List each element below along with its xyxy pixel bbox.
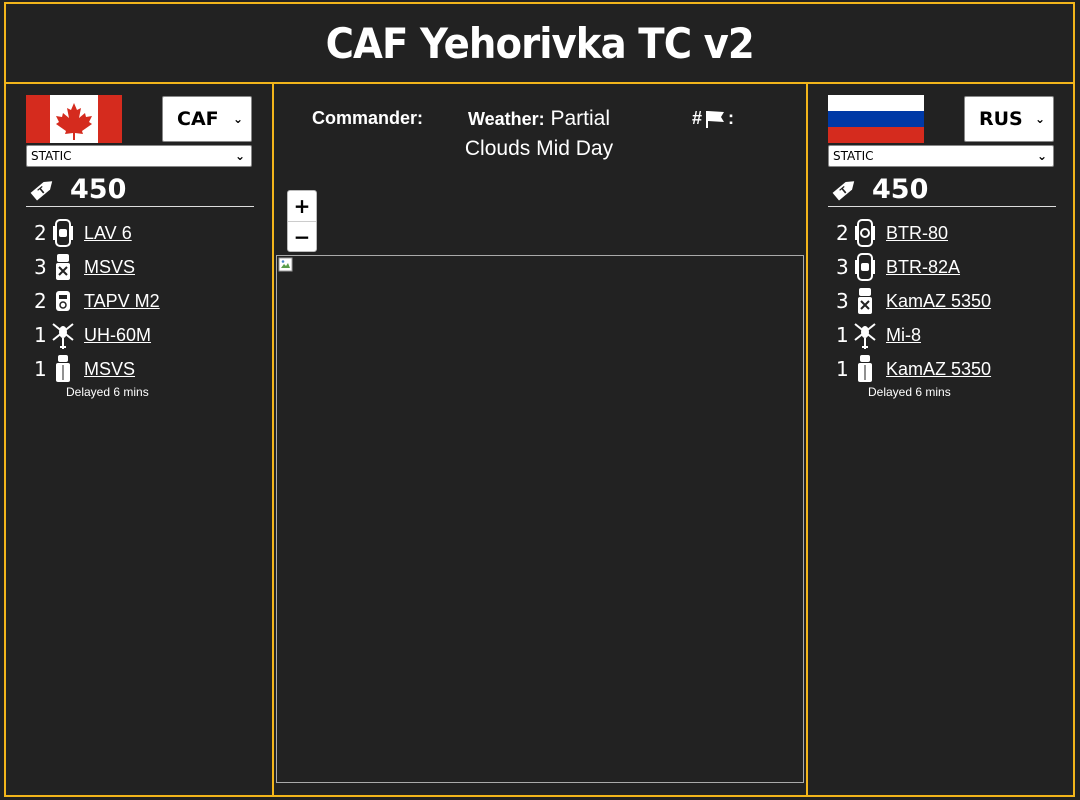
- canada-flag-icon: [26, 95, 122, 143]
- transport-truck-icon: [858, 355, 872, 382]
- zoom-out-button[interactable]: −: [288, 222, 316, 252]
- faction-select-value: RUS: [979, 108, 1023, 130]
- unit-name-link[interactable]: KamAZ 5350: [886, 359, 991, 380]
- map-panel: Commander: Weather: Partial Clouds Mid D…: [272, 82, 808, 797]
- objectives-suffix: :: [728, 108, 735, 128]
- faction-select[interactable]: RUS ⌄: [964, 96, 1054, 142]
- flag-icon: [706, 110, 725, 128]
- mode-select-value: STATIC: [31, 149, 72, 163]
- unit-name-link[interactable]: Mi-8: [886, 325, 921, 346]
- delay-note: Delayed 6 mins: [66, 385, 149, 399]
- unit-name-link[interactable]: LAV 6: [84, 223, 132, 244]
- unit-name-link[interactable]: KamAZ 5350: [886, 291, 991, 312]
- chevron-down-icon: ⌄: [234, 149, 245, 163]
- unit-item: 2 BTR-80: [836, 216, 1066, 250]
- unit-name-link[interactable]: UH-60M: [84, 325, 151, 346]
- ticket-icon: T: [30, 181, 53, 201]
- zoom-control: + −: [287, 190, 317, 252]
- mode-select[interactable]: STATIC ⌄: [828, 145, 1054, 167]
- unit-item: 1 UH-60M: [34, 318, 264, 352]
- apc-wheeled-icon: [855, 219, 875, 247]
- delay-note: Delayed 6 mins: [868, 385, 951, 399]
- helicopter-icon: [52, 323, 74, 349]
- unit-name-link[interactable]: BTR-80: [886, 223, 948, 244]
- unit-count: 3: [34, 255, 47, 279]
- broken-image-icon: [278, 257, 293, 272]
- unit-count: 2: [34, 221, 47, 245]
- ticket-count: 450: [872, 173, 929, 205]
- armored-car-icon: [56, 291, 70, 311]
- unit-count: 3: [836, 255, 849, 279]
- chevron-down-icon: ⌄: [1034, 112, 1045, 126]
- faction-select-value: CAF: [177, 108, 219, 130]
- unit-item: 1 MSVS: [34, 352, 264, 386]
- logistics-truck-icon: [858, 288, 872, 314]
- unit-count: 1: [836, 323, 849, 347]
- faction-select[interactable]: CAF ⌄: [162, 96, 252, 142]
- unit-item: 3 MSVS: [34, 250, 264, 284]
- chevron-down-icon: ⌄: [1036, 149, 1047, 163]
- team-panel-left: CAF ⌄ STATIC ⌄ T 450 2 LAV 6 3 MSVS 2 TA…: [4, 82, 274, 797]
- apc-wheeled-icon: [855, 253, 875, 281]
- commander-label: Commander:: [312, 108, 424, 128]
- team-panel-right: RUS ⌄ STATIC ⌄ T 450 2 BTR-80 3 BTR-82A …: [806, 82, 1075, 797]
- unit-name-link[interactable]: TAPV M2: [84, 291, 160, 312]
- unit-list: 2 LAV 6 3 MSVS 2 TAPV M2 1 UH-60M 1 MSVS: [34, 216, 264, 386]
- page-title: CAF Yehorivka TC v2: [325, 18, 754, 68]
- unit-item: 2 LAV 6: [34, 216, 264, 250]
- mode-select-value: STATIC: [833, 149, 874, 163]
- title-bar: CAF Yehorivka TC v2: [4, 2, 1075, 84]
- ticket-points: T 450: [828, 172, 1056, 207]
- weather-label: Weather:: [467, 109, 545, 129]
- unit-item: 3 KamAZ 5350: [836, 284, 1066, 318]
- objectives-prefix: #: [692, 108, 703, 128]
- map-image[interactable]: [276, 255, 804, 783]
- ticket-points: T 450: [26, 172, 254, 207]
- unit-count: 2: [34, 289, 47, 313]
- unit-count: 3: [836, 289, 849, 313]
- unit-item: 3 BTR-82A: [836, 250, 1066, 284]
- unit-count: 1: [34, 357, 47, 381]
- mode-select[interactable]: STATIC ⌄: [26, 145, 252, 167]
- transport-truck-icon: [56, 355, 70, 382]
- chevron-down-icon: ⌄: [232, 112, 243, 126]
- russia-flag-icon: [828, 95, 924, 143]
- unit-item: 1 Mi-8: [836, 318, 1066, 352]
- unit-item: 2 TAPV M2: [34, 284, 264, 318]
- unit-name-link[interactable]: MSVS: [84, 257, 135, 278]
- helicopter-icon: [854, 323, 876, 349]
- unit-name-link[interactable]: MSVS: [84, 359, 135, 380]
- unit-list: 2 BTR-80 3 BTR-82A 3 KamAZ 5350 1 Mi-8 1…: [836, 216, 1066, 386]
- logistics-truck-icon: [56, 254, 70, 280]
- unit-count: 1: [836, 357, 849, 381]
- unit-name-link[interactable]: BTR-82A: [886, 257, 960, 278]
- zoom-in-button[interactable]: +: [288, 191, 316, 222]
- weather-info: Weather: Partial Clouds Mid Day: [464, 104, 614, 163]
- unit-count: 2: [836, 221, 849, 245]
- apc-wheeled-icon: [53, 219, 73, 247]
- ticket-count: 450: [70, 173, 127, 205]
- ticket-icon: T: [832, 181, 855, 201]
- unit-item: 1 KamAZ 5350: [836, 352, 1066, 386]
- objectives-count: # :: [692, 108, 734, 129]
- unit-count: 1: [34, 323, 47, 347]
